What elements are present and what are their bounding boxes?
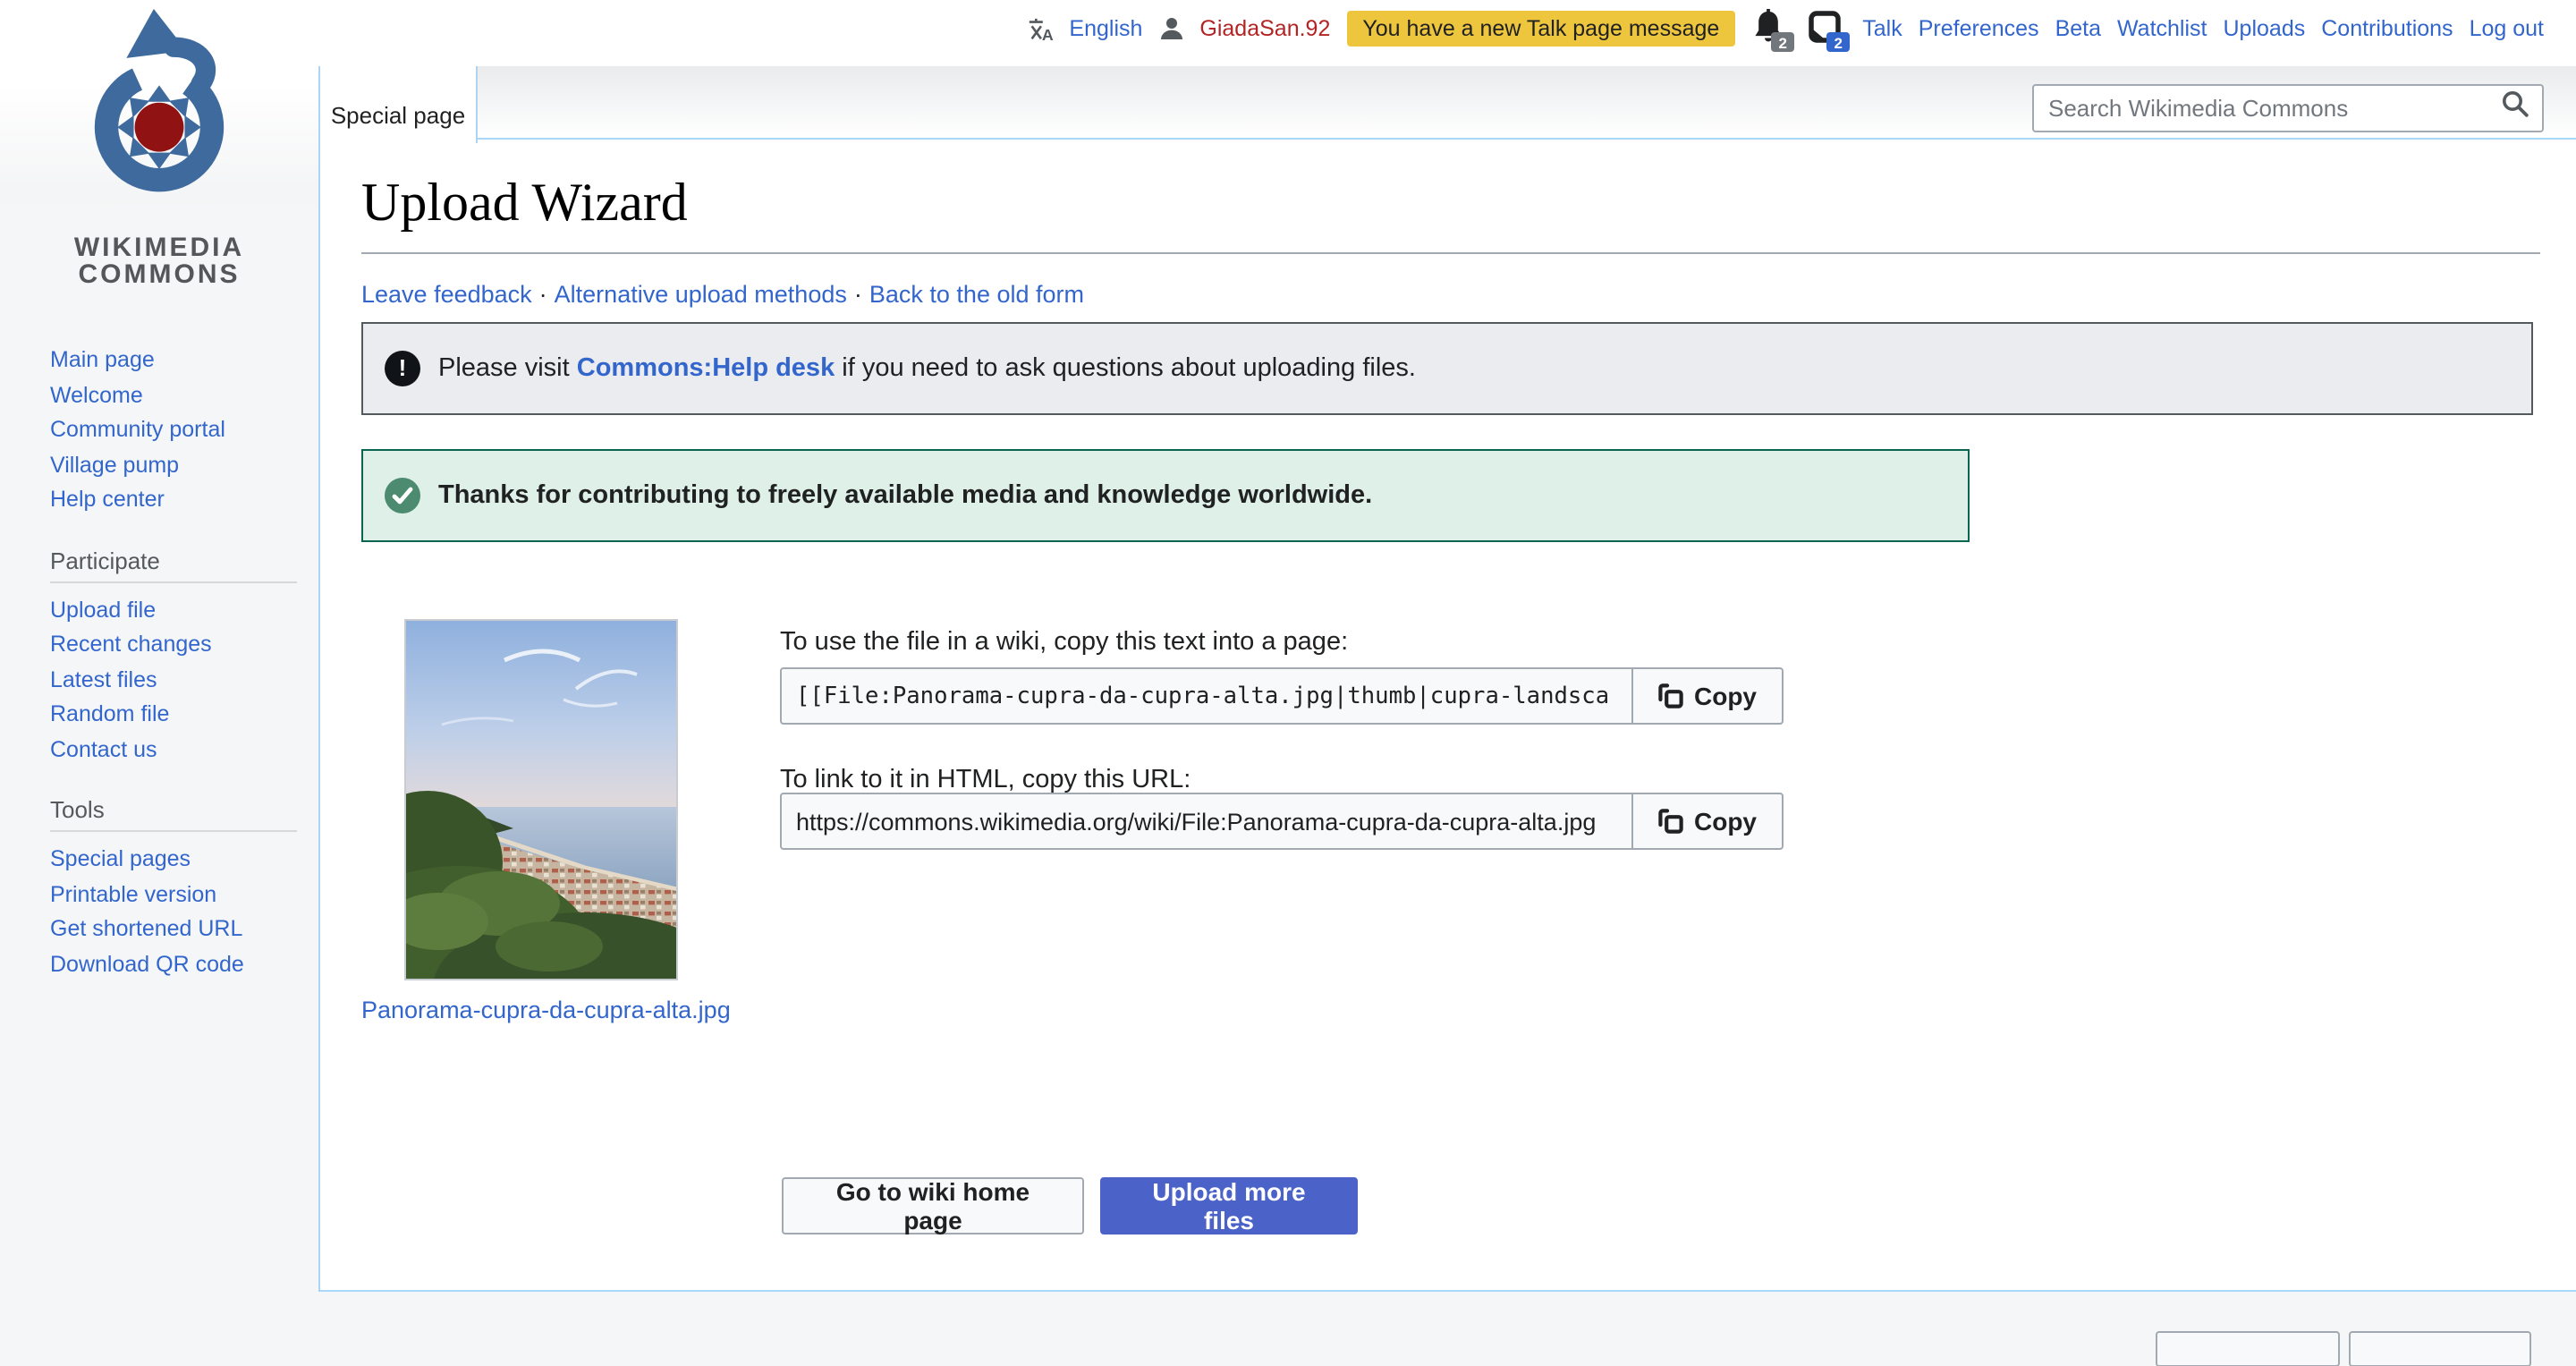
sidebar-item-main-page[interactable]: Main page xyxy=(50,344,318,378)
notice-text: Please visit Commons:Help desk if you ne… xyxy=(438,353,1416,382)
alerts-bell[interactable]: 2 xyxy=(1751,9,1791,48)
contributions-link[interactable]: Contributions xyxy=(2321,16,2453,41)
messages-tray[interactable]: 2 xyxy=(1807,9,1846,48)
watchlist-link[interactable]: Watchlist xyxy=(2117,16,2207,41)
alternative-upload-methods-link[interactable]: Alternative upload methods xyxy=(555,280,847,307)
back-to-old-form-link[interactable]: Back to the old form xyxy=(869,280,1084,307)
success-check-icon xyxy=(385,478,420,513)
personal-bar: A English GiadaSan.92 You have a new Tal… xyxy=(1026,7,2544,50)
search-input[interactable] xyxy=(2034,95,2501,122)
sidebar-item-community-portal[interactable]: Community portal xyxy=(50,413,318,448)
username-link[interactable]: GiadaSan.92 xyxy=(1199,16,1330,41)
page: A English GiadaSan.92 You have a new Tal… xyxy=(0,0,2576,1344)
sidebar: Main page Welcome Community portal Villa… xyxy=(0,333,318,982)
file-name-link[interactable]: Panorama-cupra-da-cupra-alta.jpg xyxy=(361,996,731,1022)
title-divider xyxy=(361,251,2540,253)
user-icon xyxy=(1158,16,1183,41)
success-text: Thanks for contributing to freely availa… xyxy=(438,481,1372,510)
feedback-links-row: Leave feedback · Alternative upload method… xyxy=(361,280,1084,307)
sidebar-item-contact-us[interactable]: Contact us xyxy=(50,733,318,768)
separator-dot: · xyxy=(539,280,547,307)
search-icon[interactable] xyxy=(2501,89,2529,127)
separator-dot: · xyxy=(854,280,862,307)
search-box[interactable] xyxy=(2032,84,2544,132)
uploads-link[interactable]: Uploads xyxy=(2224,16,2306,41)
html-link-label: To link to it in HTML, copy this URL: xyxy=(780,765,1191,793)
logo-wordmark: WIKIMEDIA COMMONS xyxy=(0,234,318,288)
page-title: Upload Wizard xyxy=(361,173,688,233)
preferences-link[interactable]: Preferences xyxy=(1919,16,2039,41)
notice-message: ! Please visit Commons:Help desk if you … xyxy=(361,321,2533,414)
sidebar-item-random-file[interactable]: Random file xyxy=(50,698,318,733)
panorama-photo xyxy=(406,620,676,978)
sidebar-heading-participate: Participate xyxy=(50,547,297,582)
content-area: Upload Wizard Leave feedback · Alternative… xyxy=(318,140,2576,1292)
help-desk-link[interactable]: Commons:Help desk xyxy=(577,353,835,382)
sidebar-heading-tools: Tools xyxy=(50,796,297,832)
footer-button-partial-2[interactable] xyxy=(2349,1330,2531,1366)
success-message: Thanks for contributing to freely availa… xyxy=(361,449,1970,542)
commons-logo-icon xyxy=(50,7,268,225)
actions-row: Go to wiki home page Upload more files xyxy=(782,1177,1358,1234)
copy-icon xyxy=(1658,683,1683,708)
uploaded-file-thumbnail[interactable] xyxy=(404,618,678,980)
wikimedia-commons-logo[interactable]: WIKIMEDIA COMMONS xyxy=(0,0,318,288)
go-to-wiki-home-button[interactable]: Go to wiki home page xyxy=(782,1177,1084,1234)
tab-special-page[interactable]: Special page xyxy=(318,66,478,142)
sidebar-item-welcome[interactable]: Welcome xyxy=(50,378,318,413)
footer-button-partial-1[interactable] xyxy=(2156,1330,2340,1366)
talk-message-banner[interactable]: You have a new Talk page message xyxy=(1346,11,1735,47)
copy-icon xyxy=(1658,809,1683,834)
sidebar-item-help-center[interactable]: Help center xyxy=(50,483,318,518)
sidebar-item-upload-file[interactable]: Upload file xyxy=(50,593,318,628)
notice-icon: ! xyxy=(385,350,420,386)
upload-more-files-button[interactable]: Upload more files xyxy=(1100,1177,1358,1234)
sidebar-item-get-shortened-url[interactable]: Get shortened URL xyxy=(50,912,318,947)
copy-wikitext-button[interactable]: Copy xyxy=(1631,667,1784,725)
sidebar-item-recent-changes[interactable]: Recent changes xyxy=(50,628,318,663)
language-icon: A xyxy=(1026,15,1053,42)
sidebar-item-download-qr-code[interactable]: Download QR code xyxy=(50,947,318,982)
logout-link[interactable]: Log out xyxy=(2470,16,2544,41)
wikitext-copy-widget: Copy xyxy=(780,667,1784,725)
language-selector[interactable]: English xyxy=(1069,16,1142,41)
copy-url-button[interactable]: Copy xyxy=(1631,793,1784,850)
leave-feedback-link[interactable]: Leave feedback xyxy=(361,280,532,307)
alerts-count-badge: 2 xyxy=(1771,32,1794,52)
file-url-field[interactable] xyxy=(780,793,1633,850)
url-copy-widget: Copy xyxy=(780,793,1784,850)
talk-link[interactable]: Talk xyxy=(1862,16,1902,41)
wikitext-field[interactable] xyxy=(780,667,1633,725)
svg-text:A: A xyxy=(1041,25,1053,42)
sidebar-item-special-pages[interactable]: Special pages xyxy=(50,843,318,878)
beta-link[interactable]: Beta xyxy=(2055,16,2101,41)
sidebar-item-village-pump[interactable]: Village pump xyxy=(50,448,318,483)
sidebar-item-latest-files[interactable]: Latest files xyxy=(50,663,318,698)
sidebar-item-printable-version[interactable]: Printable version xyxy=(50,878,318,912)
messages-count-badge: 2 xyxy=(1826,32,1850,52)
wiki-usage-label: To use the file in a wiki, copy this tex… xyxy=(780,627,1348,656)
